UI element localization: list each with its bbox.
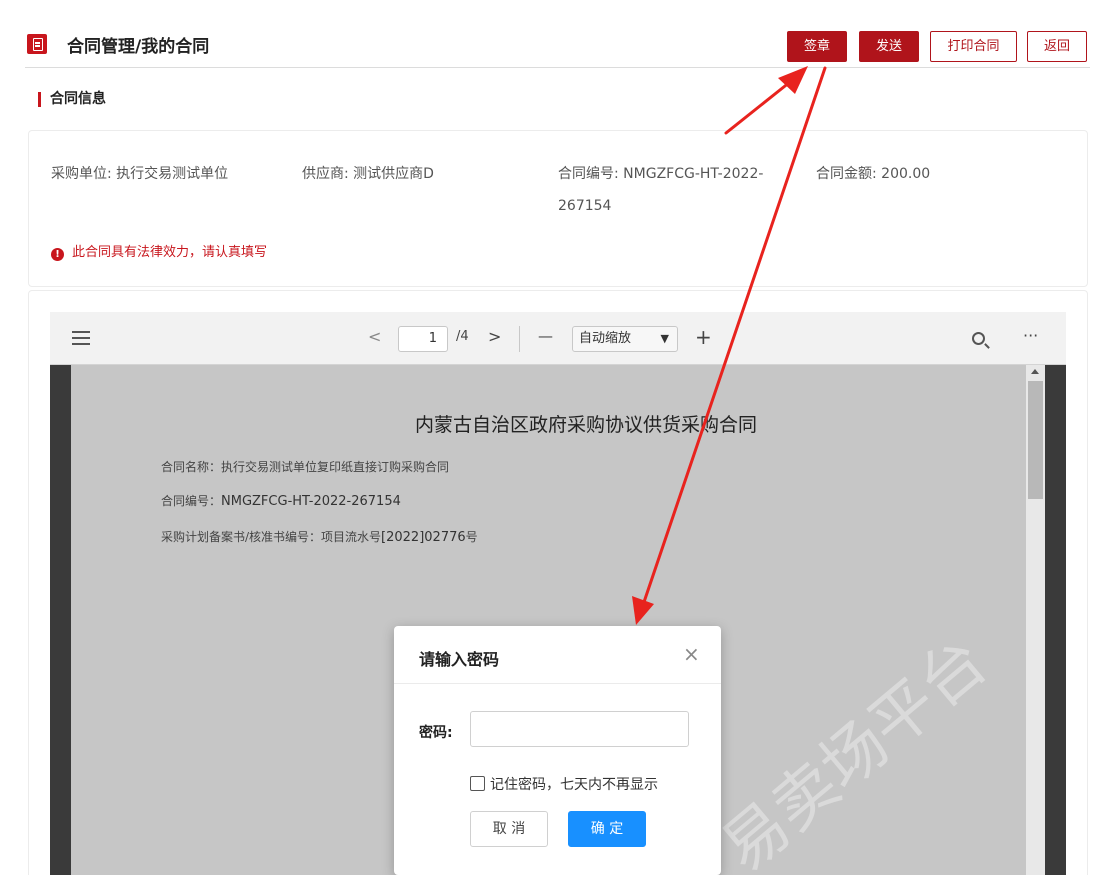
next-page-icon[interactable]: >	[488, 327, 501, 346]
zoom-in-icon[interactable]: +	[695, 325, 712, 349]
dialog-header: 请输入密码 ×	[394, 626, 721, 684]
cancel-button[interactable]: 取 消	[470, 811, 548, 847]
plan-number-label: 采购计划备案书/核准书编号：项目流水号	[161, 530, 382, 544]
exclamation-icon: !	[51, 248, 64, 261]
plan-number-suffix: 号	[465, 530, 478, 544]
legal-warning: ! 此合同具有法律效力，请认真填写	[51, 241, 267, 261]
contract-number-info-cont: 267154	[558, 198, 612, 214]
plan-number-value: [2022]02776	[381, 530, 466, 545]
chevron-down-icon: ▼	[660, 332, 669, 345]
remember-password[interactable]: 记住密码，七天内不再显示	[470, 774, 658, 794]
prev-page-icon[interactable]: <	[368, 327, 381, 346]
send-button[interactable]: 发送	[859, 31, 919, 62]
contract-number-value: NMGZFCG-HT-2022-267154	[221, 494, 401, 509]
toolbar-divider	[519, 326, 520, 352]
scrollbar-thumb[interactable]	[1028, 381, 1043, 499]
sidebar-toggle-icon[interactable]	[72, 331, 90, 345]
search-icon[interactable]	[972, 332, 985, 345]
remember-label: 记住密码，七天内不再显示	[490, 777, 658, 793]
document-title: 内蒙古自治区政府采购协议供货采购合同	[414, 414, 757, 436]
password-input[interactable]	[470, 711, 689, 747]
page-total: /4	[456, 329, 469, 344]
page-title: 合同管理/我的合同	[67, 37, 210, 57]
arrow-to-sign-button	[724, 66, 808, 135]
contract-info-card: 采购单位: 执行交易测试单位 供应商: 测试供应商D 合同编号: NMGZFCG…	[28, 130, 1088, 287]
plan-number-line: 采购计划备案书/核准书编号：项目流水号[2022]02776号	[161, 528, 478, 545]
watermark: 易卖场平台	[708, 624, 1002, 875]
password-dialog: 请输入密码 × 密码: 记住密码，七天内不再显示 取 消 确 定	[394, 626, 721, 875]
close-icon[interactable]: ×	[683, 644, 700, 664]
zoom-select[interactable]: 自动缩放 ▼	[572, 326, 678, 352]
more-icon[interactable]: ···	[1023, 326, 1038, 345]
document-icon	[27, 34, 47, 54]
scroll-up-icon[interactable]	[1031, 369, 1039, 374]
viewer-border	[1045, 365, 1066, 875]
purchaser-info: 采购单位: 执行交易测试单位	[51, 166, 229, 182]
contract-number-info: 合同编号: NMGZFCG-HT-2022-	[558, 166, 764, 182]
contract-number-line: 合同编号：NMGZFCG-HT-2022-267154	[161, 492, 401, 509]
legal-warning-text: 此合同具有法律效力，请认真填写	[72, 245, 268, 260]
page-header: 合同管理/我的合同 签章 发送 打印合同 返回	[25, 18, 1090, 68]
zoom-select-value: 自动缩放	[579, 331, 632, 346]
contract-name-line: 合同名称：执行交易测试单位复印纸直接订购采购合同	[161, 460, 450, 474]
back-button[interactable]: 返回	[1027, 31, 1087, 62]
page-number-input[interactable]: 1	[398, 326, 448, 352]
remember-checkbox[interactable]	[470, 776, 485, 791]
confirm-button[interactable]: 确 定	[568, 811, 646, 847]
password-label: 密码:	[419, 725, 453, 741]
sign-button[interactable]: 签章	[787, 31, 847, 62]
contract-number-label: 合同编号：	[161, 494, 222, 508]
section-title: 合同信息	[38, 92, 106, 107]
pdf-toolbar: < 1 /4 > — 自动缩放 ▼ + ···	[50, 312, 1066, 365]
supplier-info: 供应商: 测试供应商D	[302, 166, 434, 182]
dialog-title: 请输入密码	[419, 650, 500, 669]
contract-amount-info: 合同金额: 200.00	[816, 166, 931, 182]
zoom-out-icon[interactable]: —	[538, 327, 553, 345]
scrollbar[interactable]	[1026, 365, 1045, 875]
print-contract-button[interactable]: 打印合同	[930, 31, 1017, 62]
